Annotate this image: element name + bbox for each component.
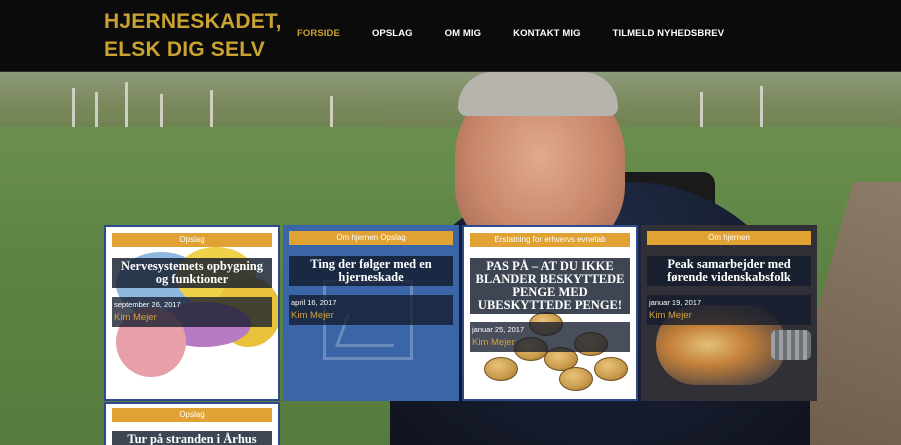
post-card[interactable]: Om hjernen Peak samarbejder med førende … (641, 225, 817, 401)
post-date: april 16, 2017 (291, 298, 337, 307)
post-card[interactable]: Erstatning for erhvervs evnetab PAS PÅ –… (462, 225, 638, 401)
post-card[interactable]: Om hjernen Opslag Ting der følger med en… (283, 225, 459, 401)
post-title[interactable]: Tur på stranden i Århus (112, 431, 272, 445)
site-header: HJERNESKADET, ELSK DIG SELV FORSIDE OPSL… (0, 0, 901, 72)
tree-line (0, 72, 901, 132)
post-category[interactable]: Om hjernen (647, 231, 811, 245)
post-date: januar 25, 2017 (472, 325, 525, 334)
post-meta: april 16, 2017 Kim Mejer (289, 295, 453, 325)
post-card[interactable]: Opslag Tur på stranden i Århus (104, 402, 280, 445)
nav-item-opslag[interactable]: OPSLAG (372, 28, 413, 39)
post-title[interactable]: PAS PÅ – AT DU IKKE BLANDER BESKYTTEDE P… (470, 258, 630, 314)
nav-item-forside[interactable]: FORSIDE (297, 28, 340, 39)
post-author[interactable]: Kim Mejer (649, 310, 692, 321)
person-hair (458, 72, 618, 116)
post-author[interactable]: Kim Mejer (291, 310, 334, 321)
main-nav: FORSIDE OPSLAG OM MIG KONTAKT MIG TILMEL… (297, 28, 756, 39)
post-category[interactable]: Opslag (112, 233, 272, 247)
nav-item-kontakt-mig[interactable]: KONTAKT MIG (513, 28, 580, 39)
post-card[interactable]: Opslag Nervesystemets opbygning og funkt… (104, 225, 280, 401)
post-date: januar 19, 2017 (649, 298, 702, 307)
nav-item-om-mig[interactable]: OM MIG (445, 28, 482, 39)
post-author[interactable]: Kim Mejer (472, 337, 515, 348)
post-category[interactable]: Erstatning for erhvervs evnetab (470, 233, 630, 247)
post-date: september 26, 2017 (114, 300, 181, 309)
nav-item-tilmeld-nyhedsbrev[interactable]: TILMELD NYHEDSBREV (613, 28, 725, 39)
light-bulb-base (771, 330, 811, 360)
post-meta: september 26, 2017 Kim Mejer (112, 297, 272, 327)
post-meta: januar 19, 2017 Kim Mejer (647, 295, 811, 325)
post-title[interactable]: Ting der følger med en hjerneskade (289, 256, 453, 286)
post-author[interactable]: Kim Mejer (114, 312, 157, 323)
post-title[interactable]: Nervesystemets opbygning og funktioner (112, 258, 272, 288)
post-category[interactable]: Opslag (112, 408, 272, 422)
post-category[interactable]: Om hjernen Opslag (289, 231, 453, 245)
site-title[interactable]: HJERNESKADET, ELSK DIG SELV (104, 8, 294, 64)
post-meta: januar 25, 2017 Kim Mejer (470, 322, 630, 352)
post-title[interactable]: Peak samarbejder med førende videnskabsf… (647, 256, 811, 286)
